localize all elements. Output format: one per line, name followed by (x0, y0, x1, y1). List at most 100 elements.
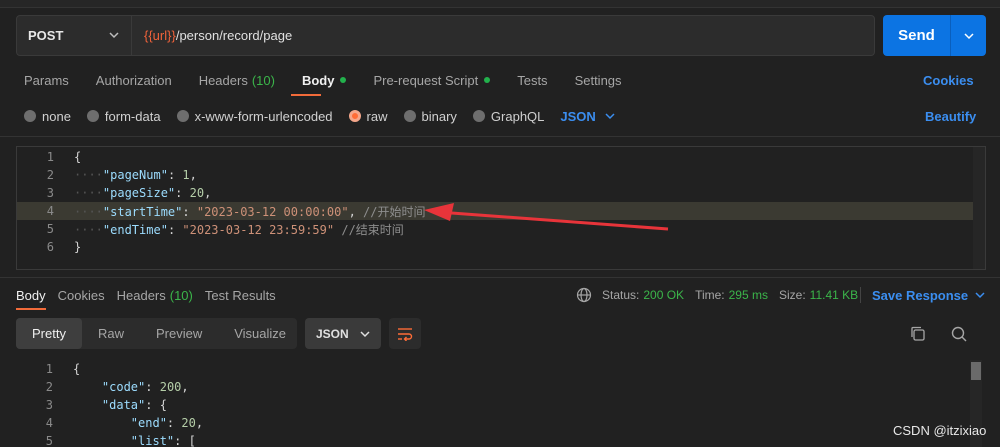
line-number: 3 (45, 398, 53, 412)
send-label: Send (898, 27, 935, 44)
tab-label: Body (301, 72, 335, 88)
method-label: POST (28, 28, 64, 43)
code-text: ····"endTime": "2023-03-12 23:59:59" //结… (74, 222, 404, 237)
line-number: 1 (46, 150, 54, 164)
url-variable: {{url}} (144, 28, 176, 43)
beautify-link[interactable]: Beautify (925, 109, 976, 124)
code-comment: //开始时间 (363, 204, 426, 219)
body-type-selector: none form-data x-www-form-urlencoded raw… (24, 106, 618, 126)
tab-response-headers[interactable]: Headers (10) (117, 288, 193, 303)
tab-label: Authorization (95, 72, 172, 88)
tab-headers[interactable]: Headers (10) (199, 73, 275, 88)
save-response-button[interactable]: Save Response (872, 286, 988, 304)
tab-settings[interactable]: Settings (575, 73, 622, 88)
line-number: 5 (45, 434, 53, 447)
json-key: "startTime" (102, 204, 183, 219)
chevron-down-icon (360, 330, 370, 337)
response-code-line: 5 "list": [ (16, 432, 196, 447)
view-raw[interactable]: Raw (82, 318, 140, 349)
tab-label: Pre-request Script (373, 72, 479, 88)
tab-pre-request-script[interactable]: Pre-request Script (373, 72, 491, 88)
send-options-button[interactable] (951, 29, 986, 43)
code-text: "list": [ (130, 434, 196, 447)
radio-label: raw (366, 108, 388, 124)
chevron-down-icon (963, 32, 974, 39)
chevron-down-icon (605, 113, 615, 120)
code-line: 1 { (17, 148, 985, 166)
code-text: { (73, 362, 80, 376)
response-tabs: Body Cookies Headers (10) Test Results (16, 286, 288, 304)
response-status-bar: Status: 200 OK Time: 295 ms Size: 11.41 KB (576, 286, 869, 304)
body-format-select[interactable]: JSON (560, 109, 617, 124)
tab-tests[interactable]: Tests (517, 73, 547, 88)
response-code-line: 4 "end": 20, (16, 414, 203, 432)
line-number: 1 (45, 362, 53, 376)
json-value: 20 (189, 186, 205, 200)
editor-scrollbar[interactable] (973, 147, 985, 269)
response-format-select[interactable]: JSON (305, 318, 381, 349)
globe-icon[interactable] (576, 287, 592, 303)
code-comment: //结束时间 (341, 222, 404, 237)
url-path: /person/record/page (175, 28, 293, 43)
copy-icon[interactable] (909, 325, 927, 343)
radio-circle-selected (348, 110, 361, 122)
url-input[interactable]: {{url}}/person/record/page (132, 15, 875, 56)
json-key: "list" (130, 434, 175, 447)
brace: { (74, 150, 82, 164)
tab-label: Cookies (57, 287, 105, 303)
view-pretty[interactable]: Pretty (16, 318, 82, 349)
radio-label: GraphQL (490, 108, 545, 124)
tab-label: Params (24, 72, 69, 88)
method-select[interactable]: POST (16, 15, 132, 56)
request-tabs: Params Authorization Headers (10) Body Pr… (24, 70, 649, 90)
send-button[interactable]: Send (883, 15, 986, 56)
radio-urlencoded[interactable]: x-www-form-urlencoded (176, 109, 333, 124)
section-divider (0, 277, 1000, 278)
tab-test-results[interactable]: Test Results (205, 288, 276, 303)
cookies-link[interactable]: Cookies (923, 73, 974, 88)
radio-form-data[interactable]: form-data (86, 109, 161, 124)
radio-raw[interactable]: raw (348, 108, 388, 124)
radio-circle (176, 110, 189, 122)
code-text: } (74, 240, 81, 254)
wrap-lines-button[interactable] (389, 318, 421, 349)
response-code-line: 3 "data": { (16, 396, 167, 414)
active-tab-underline (16, 308, 46, 310)
time-value: 295 ms (728, 288, 768, 302)
tab-response-body[interactable]: Body (16, 288, 46, 303)
wrap-lines-icon (398, 327, 413, 341)
section-divider (0, 136, 1000, 137)
view-visualize[interactable]: Visualize (218, 318, 302, 349)
scrollbar-thumb[interactable] (971, 362, 981, 380)
tab-response-cookies[interactable]: Cookies (58, 288, 105, 303)
radio-circle (472, 110, 485, 122)
json-value: 20 (181, 416, 196, 430)
view-preview[interactable]: Preview (140, 318, 218, 349)
save-response-label: Save Response (872, 287, 969, 303)
tab-params[interactable]: Params (24, 73, 69, 88)
tab-label: Tests (517, 72, 548, 88)
chevron-down-icon (109, 32, 119, 39)
tab-body[interactable]: Body (302, 73, 347, 88)
radio-label: binary (421, 108, 457, 124)
brace: } (74, 240, 82, 254)
tab-authorization[interactable]: Authorization (96, 73, 172, 88)
tab-label: Settings (574, 72, 622, 88)
code-text: ····"pageNum": 1, (74, 168, 197, 182)
tab-label: Test Results (204, 287, 276, 303)
response-view-segmented: Pretty Raw Preview Visualize (16, 318, 297, 349)
tab-label: Headers (116, 287, 166, 303)
search-icon[interactable] (950, 325, 968, 343)
headers-count-badge: (10) (251, 72, 275, 88)
radio-circle (86, 110, 99, 122)
json-key: "pageNum" (102, 168, 168, 182)
radio-none[interactable]: none (24, 109, 71, 124)
radio-circle (403, 110, 416, 122)
status-label: Status: (602, 288, 640, 302)
radio-binary[interactable]: binary (403, 108, 457, 124)
time-label: Time: (695, 288, 725, 302)
line-number: 2 (46, 168, 54, 182)
json-value: 1 (182, 168, 190, 182)
radio-graphql[interactable]: GraphQL (472, 108, 545, 124)
response-code-line: 1 { (16, 360, 80, 378)
